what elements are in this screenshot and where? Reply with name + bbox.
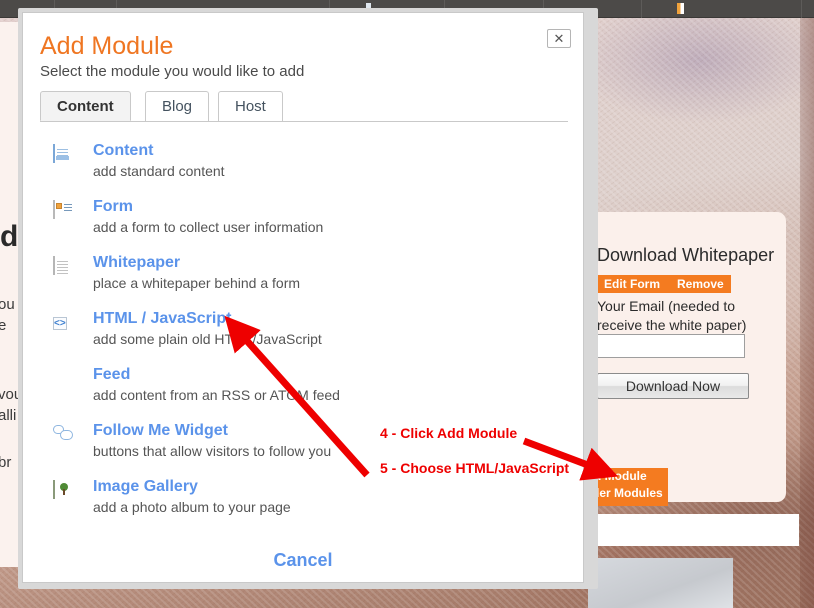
module-item-whitepaper[interactable]: Whitepaper place a whitepaper behind a f…	[53, 253, 553, 309]
module-description: add a form to collect user information	[93, 219, 324, 235]
tab-blog[interactable]: Blog	[145, 91, 210, 121]
annotation-step-5: 5 - Choose HTML/JavaScript	[380, 460, 570, 476]
image-gallery-icon	[53, 480, 75, 503]
tab-host[interactable]: Host	[218, 91, 283, 121]
dialog-tabs: Content Blog Host	[40, 91, 568, 122]
module-title[interactable]: Whitepaper	[93, 253, 180, 273]
remove-button[interactable]: Remove	[677, 275, 724, 293]
content-fragment-heading: d	[0, 220, 19, 253]
code-icon: <>	[53, 317, 67, 330]
edit-form-button[interactable]: Edit Form	[604, 275, 660, 293]
annotation-step-4: 4 - Click Add Module	[380, 425, 518, 441]
tab-content[interactable]: Content	[40, 91, 131, 121]
page-icon	[53, 144, 75, 167]
page-right-edge	[800, 18, 814, 608]
module-item-form[interactable]: Form add a form to collect user informat…	[53, 197, 553, 253]
download-now-button[interactable]: Download Now	[597, 373, 749, 399]
page-gray-panel	[588, 558, 733, 608]
download-whitepaper-widget: Download Whitepaper Edit Form Remove You…	[588, 212, 786, 502]
page-title: Add Module	[40, 32, 174, 60]
module-item-feed[interactable]: Feed add content from an RSS or ATOM fee…	[53, 365, 553, 421]
module-description: buttons that allow visitors to follow yo…	[93, 443, 332, 459]
close-icon[interactable]: ✕	[547, 29, 571, 48]
module-item-image-gallery[interactable]: Image Gallery add a photo album to your …	[53, 477, 553, 533]
module-description: place a whitepaper behind a form	[93, 275, 301, 291]
rss-icon	[53, 369, 75, 391]
dialog-subtitle: Select the module you would like to add	[40, 63, 305, 80]
module-title[interactable]: Feed	[93, 365, 130, 385]
email-input[interactable]	[597, 334, 745, 358]
module-description: add content from an RSS or ATOM feed	[93, 387, 340, 403]
cancel-button[interactable]: Cancel	[23, 548, 583, 572]
module-title[interactable]: HTML / JavaScript	[93, 309, 231, 329]
module-item-content[interactable]: Content add standard content	[53, 141, 553, 197]
module-item-html-javascript[interactable]: <> HTML / JavaScript add some plain old …	[53, 309, 553, 365]
widget-title: Download Whitepaper	[597, 245, 775, 265]
widget-edit-toolbar[interactable]: Edit Form Remove	[597, 275, 731, 293]
speech-bubbles-icon	[53, 425, 75, 447]
add-module-dialog: Add Module Select the module you would l…	[22, 12, 584, 583]
module-description: add some plain old HTML/JavaScript	[93, 331, 322, 347]
whitepaper-icon	[53, 256, 75, 279]
module-title[interactable]: Form	[93, 197, 133, 217]
module-title[interactable]: Image Gallery	[93, 477, 198, 497]
module-description: add a photo album to your page	[93, 499, 291, 515]
module-description: add standard content	[93, 163, 225, 179]
module-title[interactable]: Follow Me Widget	[93, 421, 228, 441]
page-white-panel	[588, 514, 799, 546]
module-title[interactable]: Content	[93, 141, 153, 161]
email-field-label: Your Email (needed to receive the white …	[597, 298, 747, 333]
form-icon	[53, 200, 75, 223]
